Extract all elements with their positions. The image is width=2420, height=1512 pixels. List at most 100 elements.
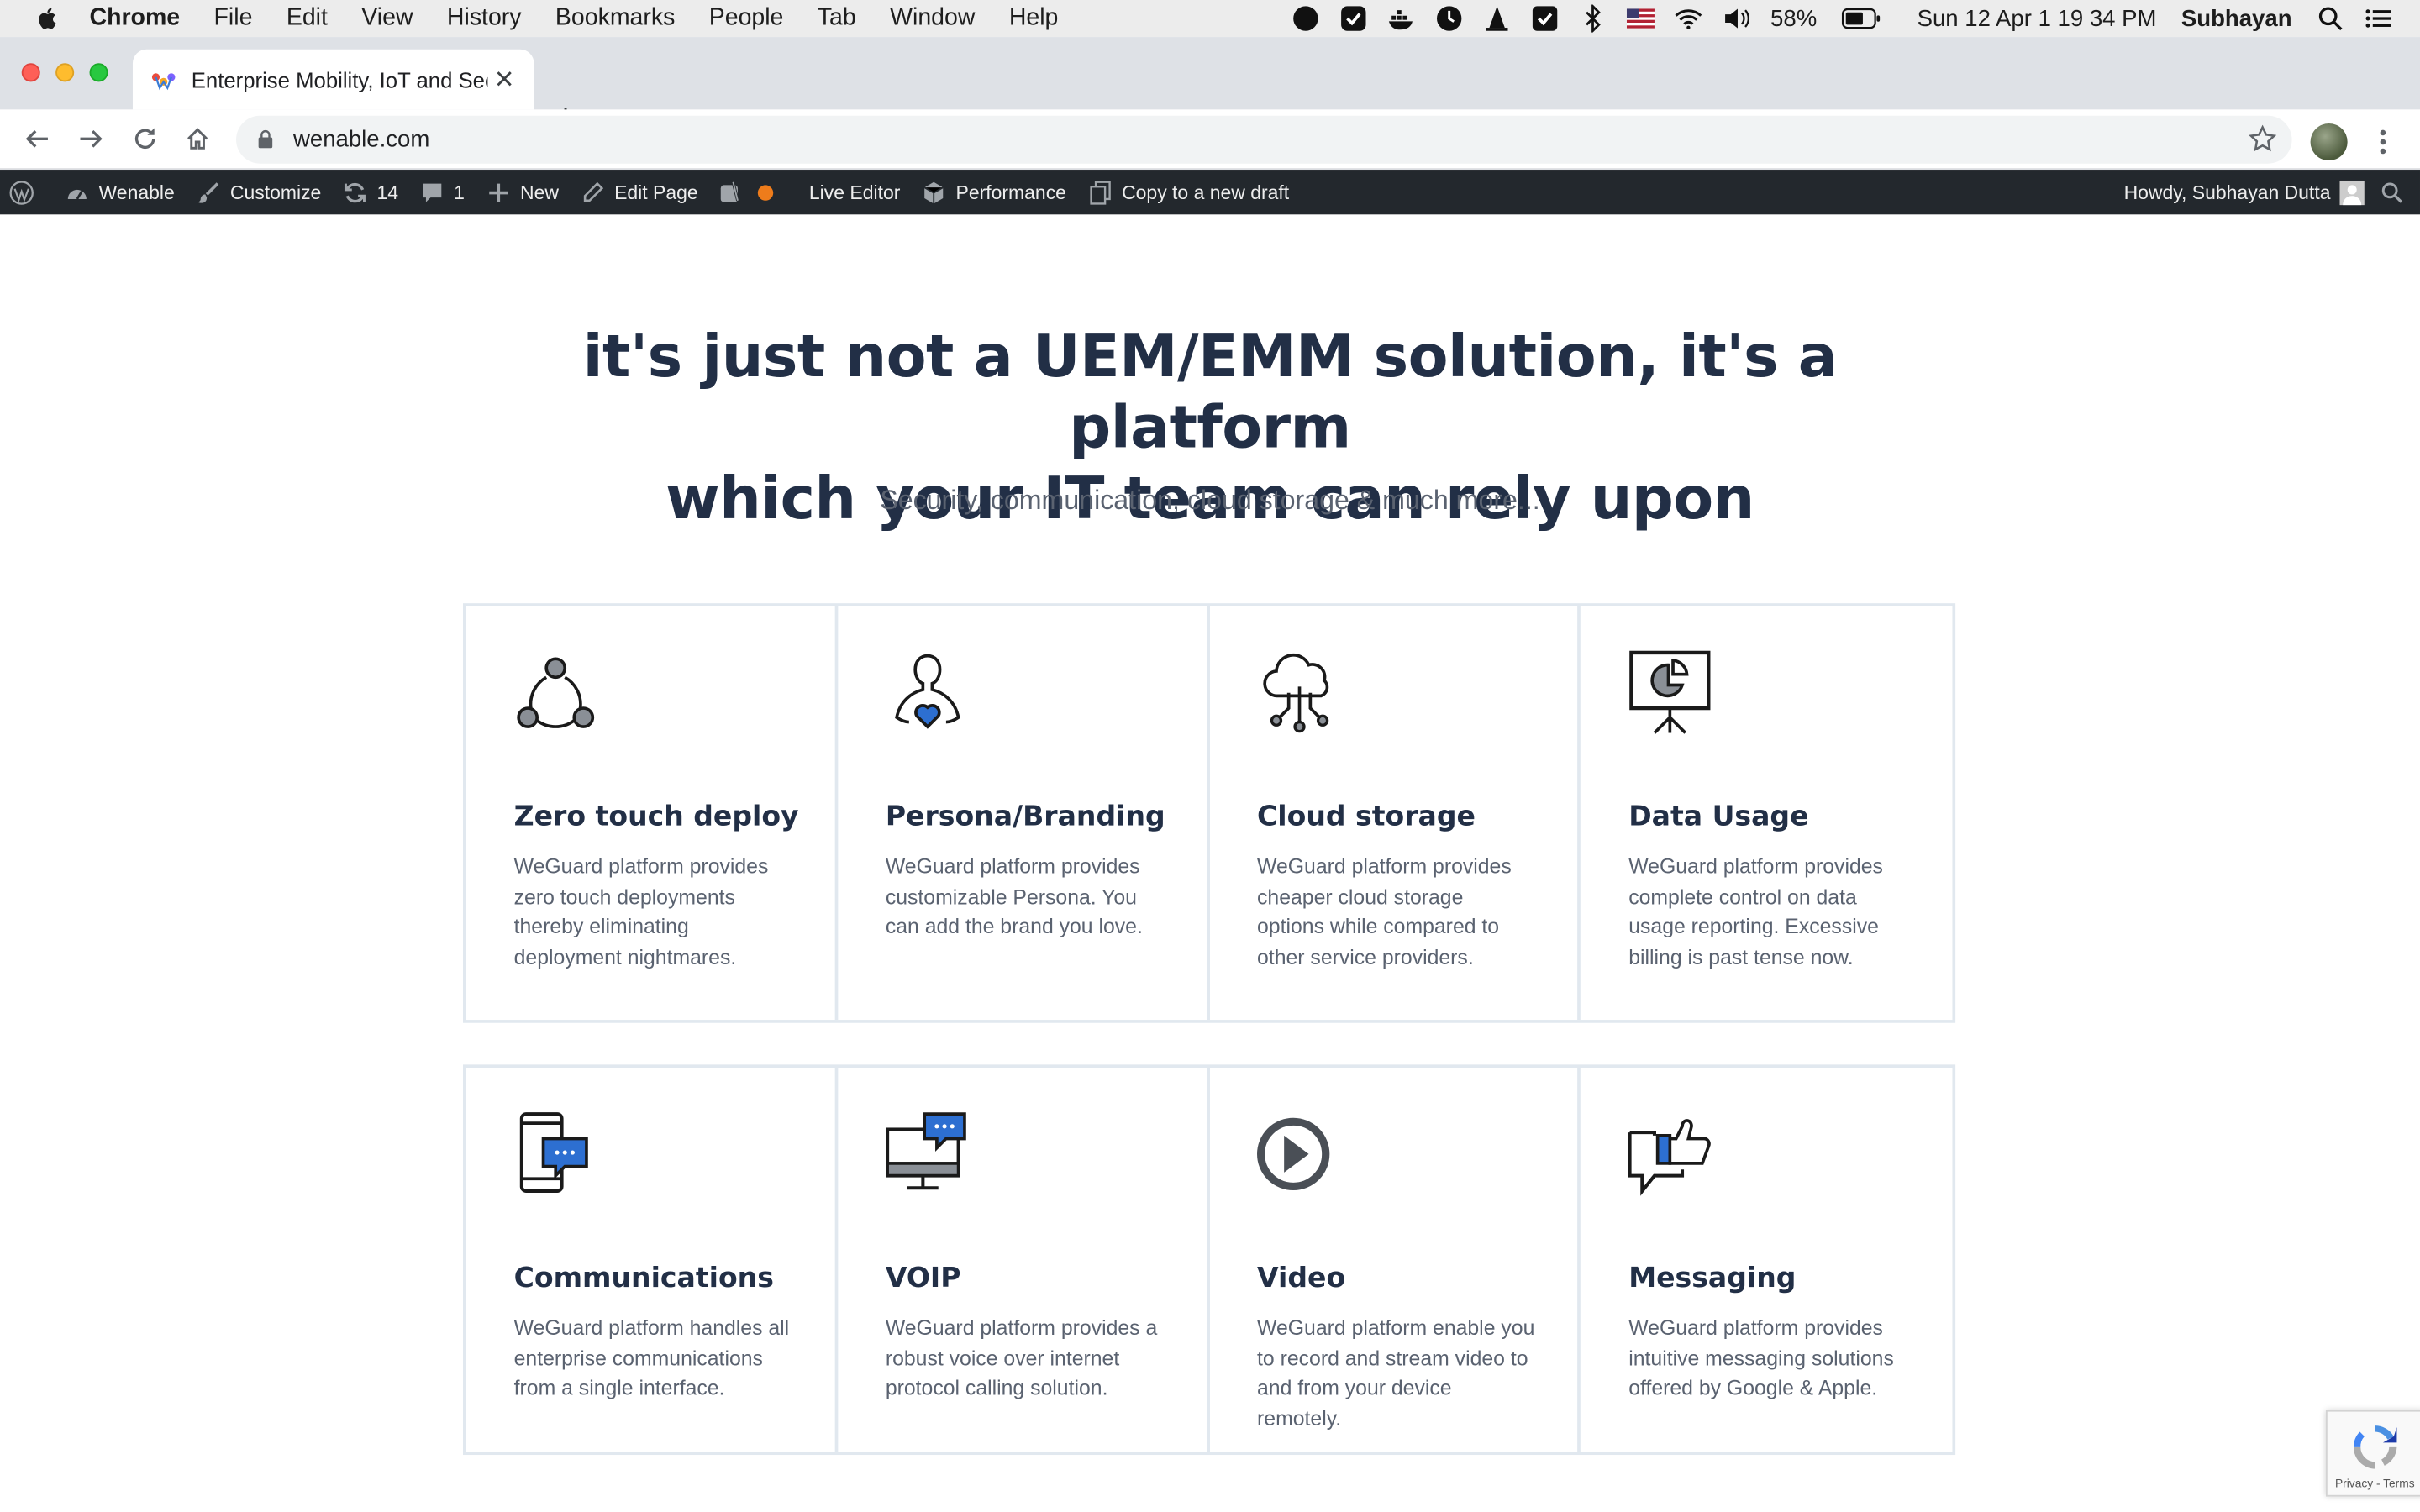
cloud-circuit-icon xyxy=(1262,654,1328,733)
feature-title: Cloud storage xyxy=(1257,801,1476,833)
menu-help[interactable]: Help xyxy=(1009,5,1059,33)
forward-button[interactable] xyxy=(76,123,107,155)
spotlight-search-icon[interactable] xyxy=(2317,5,2344,33)
performance-cube-icon xyxy=(922,180,946,204)
wp-live-editor-label: Live Editor xyxy=(808,181,901,203)
user-name[interactable]: Subhayan xyxy=(2181,5,2292,31)
wifi-icon[interactable] xyxy=(1675,5,1702,33)
tab-active[interactable]: Enterprise Mobility, IoT and Security ✕ xyxy=(132,49,534,110)
task-check-icon[interactable] xyxy=(1531,5,1559,33)
wp-performance-label: Performance xyxy=(955,181,1066,203)
menu-bookmarks[interactable]: Bookmarks xyxy=(555,5,675,33)
feature-card: Video WeGuard platform enable you to rec… xyxy=(1209,1068,1581,1452)
menu-window[interactable]: Window xyxy=(890,5,975,33)
bluetooth-icon[interactable] xyxy=(1579,4,1607,33)
close-window-button[interactable] xyxy=(21,63,40,82)
feature-card: Cloud storage WeGuard platform provides … xyxy=(1209,606,1581,1021)
control-center-icon[interactable] xyxy=(2365,5,2392,33)
wp-comments[interactable]: 1 xyxy=(420,180,465,204)
wp-logo-menu[interactable] xyxy=(9,180,43,204)
wp-updates[interactable]: 14 xyxy=(343,180,398,204)
plus-icon xyxy=(487,180,511,204)
search-icon xyxy=(2380,180,2404,204)
macos-menu-bar: Chrome File Edit View History Bookmarks … xyxy=(0,0,2420,38)
feature-title: Data Usage xyxy=(1628,801,1809,833)
wp-new-content[interactable]: New xyxy=(487,180,559,204)
wp-site-name[interactable]: Wenable xyxy=(65,180,175,204)
wp-customize-label: Customize xyxy=(229,181,322,203)
chrome-menu-icon[interactable] xyxy=(2372,127,2394,158)
menu-history[interactable]: History xyxy=(447,5,522,33)
tab-close-icon[interactable]: ✕ xyxy=(494,64,515,95)
browser-toolbar: wenable.com xyxy=(0,109,2420,171)
network-nodes-icon xyxy=(517,657,595,728)
tab-strip: Enterprise Mobility, IoT and Security ✕ … xyxy=(0,37,2420,134)
wp-howdy-account[interactable]: Howdy, Subhayan Dutta xyxy=(2123,179,2365,205)
copy-pages-icon xyxy=(1088,180,1113,204)
feature-description: WeGuard platform provides zero touch dep… xyxy=(513,854,769,969)
wp-copy-draft[interactable]: Copy to a new draft xyxy=(1088,180,1290,204)
play-circle-icon xyxy=(1256,1117,1329,1191)
presentation-chart-icon xyxy=(1629,650,1711,734)
wp-account-area: Howdy, Subhayan Dutta xyxy=(2124,170,2420,214)
yoast-logo-icon xyxy=(719,180,744,204)
menu-tab[interactable]: Tab xyxy=(818,5,856,33)
feature-card: Messaging WeGuard platform provides intu… xyxy=(1581,1068,1952,1452)
menu-file[interactable]: File xyxy=(214,5,253,33)
recaptcha-links[interactable]: Privacy - Terms xyxy=(2335,1477,2415,1491)
minimize-window-button[interactable] xyxy=(55,63,75,82)
home-button[interactable] xyxy=(182,123,213,155)
wp-edit-page-label: Edit Page xyxy=(614,181,698,203)
bookmark-star-icon[interactable] xyxy=(2249,124,2277,153)
feature-title: Zero touch deploy xyxy=(513,801,799,833)
refresh-icon xyxy=(343,180,367,204)
apple-logo-icon[interactable] xyxy=(34,5,61,33)
feature-card: Persona/Branding WeGuard platform provid… xyxy=(838,606,1210,1021)
wordpress-logo-icon xyxy=(9,180,34,204)
wp-performance[interactable]: Performance xyxy=(922,180,1066,204)
lock-icon[interactable] xyxy=(258,129,273,149)
wp-howdy-label: Howdy, Subhayan Dutta xyxy=(2123,181,2331,203)
wenable-favicon-icon xyxy=(151,72,176,90)
wp-live-editor[interactable]: Live Editor xyxy=(809,181,900,203)
checkbox-icon[interactable] xyxy=(1340,5,1368,33)
wp-edit-page[interactable]: Edit Page xyxy=(581,180,698,204)
wp-site-label: Wenable xyxy=(98,181,175,203)
recaptcha-logo-icon xyxy=(2354,1425,2397,1469)
battery-percent[interactable]: 58% xyxy=(1770,5,1817,31)
moon-clock-icon[interactable] xyxy=(1435,5,1463,33)
thumbs-up-chat-icon xyxy=(1628,1119,1712,1196)
feature-description: WeGuard platform enable you to record an… xyxy=(1257,1315,1535,1431)
wp-customize[interactable]: Customize xyxy=(196,180,321,204)
vlc-cone-icon[interactable] xyxy=(1483,5,1511,33)
battery-icon[interactable] xyxy=(1842,5,1882,33)
menu-people[interactable]: People xyxy=(709,5,784,33)
clock[interactable]: Sun 12 Apr 1 19 34 PM xyxy=(1918,5,2157,31)
feature-description: WeGuard platform provides cheaper cloud … xyxy=(1257,854,1512,969)
reload-button[interactable] xyxy=(129,123,160,155)
url-text[interactable]: wenable.com xyxy=(293,127,429,153)
address-bar[interactable]: wenable.com xyxy=(236,115,2292,164)
menu-edit[interactable]: Edit xyxy=(287,5,328,33)
docker-icon[interactable] xyxy=(1388,5,1416,33)
feature-description: WeGuard platform provides complete contr… xyxy=(1628,854,1883,969)
wp-comments-count: 1 xyxy=(454,181,465,203)
phone-chat-icon xyxy=(519,1112,588,1193)
menu-view[interactable]: View xyxy=(361,5,413,33)
recaptcha-badge[interactable]: Privacy - Terms xyxy=(2325,1410,2420,1497)
person-heart-icon xyxy=(894,654,960,729)
wp-copy-draft-label: Copy to a new draft xyxy=(1122,181,1290,203)
back-button[interactable] xyxy=(22,123,53,155)
wp-yoast-seo[interactable] xyxy=(719,180,787,204)
feature-description: WeGuard platform provides customizable P… xyxy=(885,854,1143,939)
wp-search-button[interactable] xyxy=(2380,180,2413,204)
volume-icon[interactable] xyxy=(1723,5,1750,33)
maximize-window-button[interactable] xyxy=(89,63,108,82)
feature-title: VOIP xyxy=(885,1262,961,1295)
chat-bubble-icon[interactable] xyxy=(1292,5,1320,33)
menu-app-name[interactable]: Chrome xyxy=(90,5,181,33)
feature-title: Messaging xyxy=(1628,1262,1797,1295)
profile-avatar[interactable] xyxy=(2310,123,2348,161)
us-flag-icon[interactable] xyxy=(1627,5,1655,33)
feature-description: WeGuard platform provides intuitive mess… xyxy=(1628,1315,1894,1400)
